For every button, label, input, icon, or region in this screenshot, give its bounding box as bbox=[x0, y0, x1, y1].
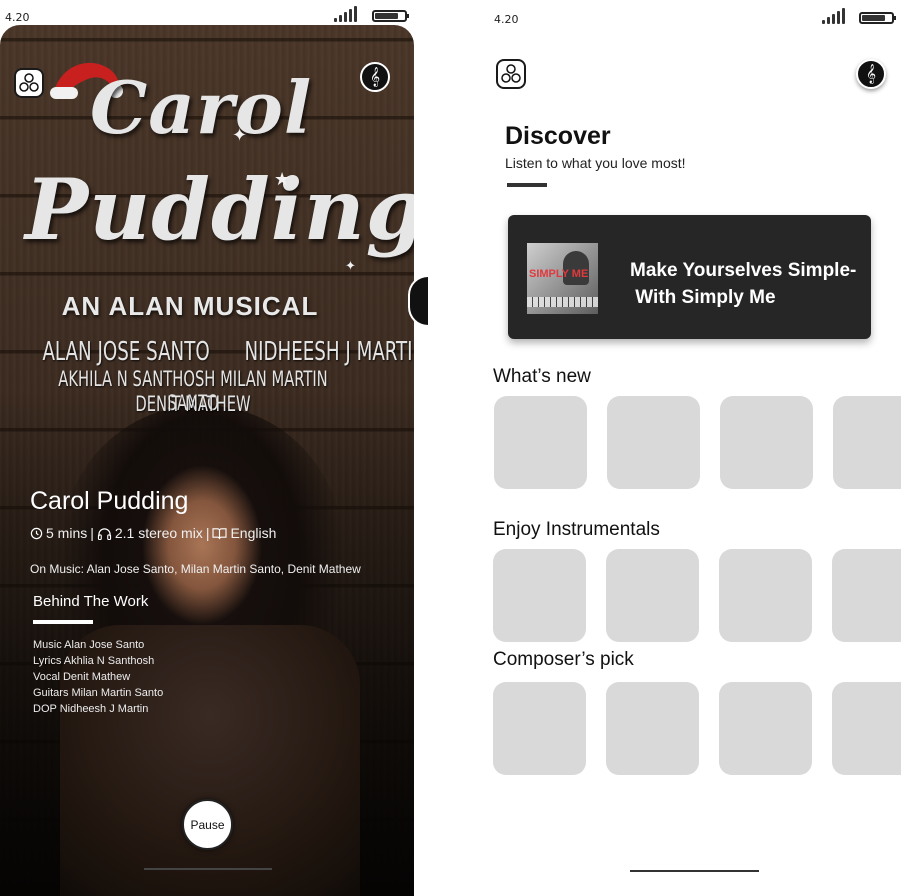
left-home-indicator bbox=[144, 868, 272, 870]
left-status-time: 4.20 bbox=[5, 11, 30, 24]
featured-title-line1: Make Yourselves Simple- bbox=[630, 260, 857, 281]
right-battery-icon bbox=[859, 12, 896, 24]
poster-credit-line: ALAN JOSE SANTO NIDHEESH J MARTIN bbox=[42, 337, 414, 367]
thumbnail-text: SIMPLY ME bbox=[529, 268, 589, 280]
duration-text: 5 mins bbox=[46, 525, 88, 541]
featured-title: Make Yourselves Simple- With Simply Me bbox=[630, 257, 870, 311]
now-playing-screen: Carol Pudding ✦ ★ ✦ AN ALAN MUSICAL ALAN… bbox=[0, 25, 414, 896]
language-text: English bbox=[230, 525, 277, 541]
poster-title-line2: Pudding bbox=[25, 160, 414, 259]
left-signal-icon bbox=[334, 6, 357, 22]
song-meta: 5 mins | 2.1 stereo mix | English bbox=[30, 525, 276, 541]
composers-pick-tile[interactable] bbox=[606, 682, 699, 775]
whats-new-tile[interactable] bbox=[720, 396, 813, 489]
meta-separator: | bbox=[205, 525, 210, 541]
section-underline bbox=[507, 183, 547, 187]
instrumentals-tile[interactable] bbox=[606, 549, 699, 642]
on-music-credits: On Music: Alan Jose Santo, Milan Martin … bbox=[30, 562, 361, 576]
instrumentals-tile[interactable] bbox=[719, 549, 812, 642]
credit-item: Lyrics Akhlia N Santhosh bbox=[33, 655, 155, 667]
behind-the-work-title: Behind The Work bbox=[33, 593, 149, 610]
composers-pick-tile[interactable] bbox=[493, 682, 586, 775]
discover-subtitle: Listen to what you love most! bbox=[505, 155, 686, 171]
section-underline bbox=[33, 620, 93, 624]
section-title-whats-new: What’s new bbox=[493, 366, 591, 387]
music-note-icon[interactable]: 𝄞 bbox=[856, 59, 886, 89]
credit-item: Music Alan Jose Santo bbox=[33, 639, 145, 651]
poster-credit-line: DENIT MATHEW bbox=[135, 392, 251, 416]
sparkle-icon: ✦ bbox=[232, 125, 248, 145]
credit-item: DOP Nidheesh J Martin bbox=[33, 703, 149, 715]
left-battery-icon bbox=[372, 10, 409, 22]
composers-pick-tile[interactable] bbox=[719, 682, 812, 775]
music-note-icon[interactable]: 𝄞 bbox=[360, 62, 390, 92]
song-title: Carol Pudding bbox=[30, 487, 189, 515]
meta-separator: | bbox=[90, 525, 94, 541]
credit-item: Guitars Milan Martin Santo bbox=[33, 687, 164, 699]
menu-button[interactable] bbox=[14, 68, 44, 98]
featured-title-line2: With Simply Me bbox=[630, 287, 776, 308]
book-icon bbox=[212, 527, 228, 539]
credit-item: Vocal Denit Mathew bbox=[33, 671, 131, 683]
circles-menu-icon bbox=[19, 73, 39, 92]
sparkle-icon: ★ bbox=[274, 169, 291, 189]
poster-subtitle: AN ALAN MUSICAL bbox=[61, 291, 319, 321]
whats-new-tile[interactable] bbox=[833, 396, 901, 489]
instrumentals-tile[interactable] bbox=[493, 549, 586, 642]
featured-card[interactable]: SIMPLY ME Make Yourselves Simple- With S… bbox=[508, 215, 871, 339]
poster-title-line1: Carol bbox=[90, 65, 313, 150]
pause-button[interactable]: Pause bbox=[182, 799, 233, 850]
right-signal-icon bbox=[822, 8, 845, 24]
composers-pick-tile[interactable] bbox=[832, 682, 901, 775]
whats-new-tile[interactable] bbox=[494, 396, 587, 489]
behind-the-work-list: Music Alan Jose Santo Lyrics Akhlia N Sa… bbox=[33, 637, 163, 717]
featured-thumbnail: SIMPLY ME bbox=[527, 243, 598, 314]
discover-title: Discover bbox=[505, 122, 611, 150]
sparkle-icon: ✦ bbox=[345, 258, 356, 273]
menu-button[interactable] bbox=[496, 59, 526, 89]
section-title-instrumentals: Enjoy Instrumentals bbox=[493, 519, 660, 540]
whats-new-tile[interactable] bbox=[607, 396, 700, 489]
section-title-composers-pick: Composer’s pick bbox=[493, 649, 634, 670]
instrumentals-tile[interactable] bbox=[832, 549, 901, 642]
right-home-indicator bbox=[630, 870, 759, 872]
right-status-time: 4.20 bbox=[494, 13, 519, 26]
clock-icon bbox=[30, 527, 43, 539]
headphones-icon bbox=[97, 527, 111, 540]
audio-text: 2.1 stereo mix bbox=[114, 525, 203, 541]
circles-menu-icon bbox=[501, 64, 521, 83]
